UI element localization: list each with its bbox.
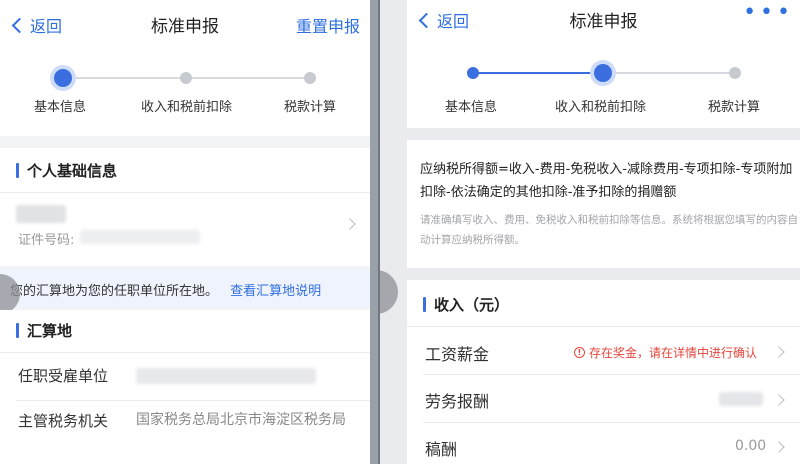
- formula-text: 应纳税所得额=收入-费用-免税收入-减除费用-专项扣除-专项附加扣除-依法确定的…: [420, 162, 793, 200]
- divider: [0, 352, 370, 353]
- right-screen: 返回 标准申报 ••• 基本信息 收入和税前扣除 税款计算 应纳税所得额=收入-…: [380, 0, 800, 464]
- step-track-done: [473, 72, 603, 74]
- section-title-region: 汇算地: [16, 320, 72, 341]
- stepper: 基本信息 收入和税前扣除 税款计算: [0, 50, 370, 136]
- personal-card: 个人基础信息 证件号码:: [0, 148, 370, 266]
- overlay-handle: [380, 270, 398, 314]
- royalty-value: 0.00: [735, 438, 767, 454]
- formula-card: 应纳税所得额=收入-费用-免税收入-减除费用-专项扣除-专项附加扣除-依法确定的…: [407, 140, 800, 268]
- employer-redacted[interactable]: [136, 368, 316, 384]
- divider: [423, 422, 800, 423]
- tax-office-value: 国家税务总局北京市海淀区税务局: [136, 412, 346, 428]
- split-divider: [370, 0, 380, 464]
- step-dot-basic: [54, 69, 72, 87]
- nav-bar: 返回 标准申报 重置申报: [0, 0, 370, 50]
- section-title-text: 个人基础信息: [27, 162, 118, 180]
- chevron-right-icon: [773, 441, 785, 453]
- divider: [16, 400, 370, 401]
- step-dot-income: [594, 64, 612, 82]
- divider: [407, 326, 800, 327]
- income-card: 收入（元） 工资薪金 ! 存在奖金，请在详情中进行确认 劳务报酬 稿酬 0.00: [407, 280, 800, 464]
- hint-text: 请准确填写收入、费用、免税收入和税前扣除等信息。系统将根据您填写的内容自动计算应…: [420, 214, 798, 246]
- section-title-income: 收入（元）: [423, 294, 509, 315]
- section-title-text: 汇算地: [27, 322, 73, 340]
- page-title: 标准申报: [569, 12, 638, 32]
- step-label-tax[interactable]: 税款计算: [708, 96, 760, 115]
- section-bar: [16, 163, 19, 178]
- section-title-text: 收入（元）: [434, 296, 510, 314]
- step-label-income[interactable]: 收入和税前扣除: [555, 96, 646, 115]
- income-label: 稿酬: [425, 440, 458, 459]
- labor-value-redacted: [719, 392, 763, 406]
- step-dot-tax: [304, 72, 316, 84]
- step-track: [609, 72, 737, 74]
- region-card: 汇算地 任职受雇单位 主管税务机关 国家税务总局北京市海淀区税务局: [0, 310, 370, 464]
- nav-bar: 返回 标准申报 •••: [407, 0, 800, 40]
- chevron-right-icon: [773, 346, 785, 358]
- tax-office-label: 主管税务机关: [18, 412, 109, 430]
- left-screen: 返回 标准申报 重置申报 基本信息 收入和税前扣除 税款计算 个人基础信息 证件…: [0, 0, 370, 464]
- warning-text: 存在奖金，请在详情中进行确认: [589, 346, 758, 360]
- step-label-basic[interactable]: 基本信息: [445, 96, 497, 115]
- stepper: 基本信息 收入和税前扣除 税款计算: [407, 40, 800, 128]
- employer-label: 任职受雇单位: [18, 367, 109, 385]
- salary-warning: ! 存在奖金，请在详情中进行确认: [574, 344, 757, 361]
- region-notice-text: 您的汇算地为您的任职单位所在地。: [10, 284, 219, 299]
- step-dot-tax: [729, 67, 741, 79]
- income-label: 工资薪金: [425, 345, 490, 364]
- divider: [423, 374, 800, 375]
- step-dot-income: [180, 72, 192, 84]
- step-label-income[interactable]: 收入和税前扣除: [141, 96, 232, 115]
- section-bar: [423, 297, 426, 312]
- exclamation-circle-icon: !: [574, 347, 585, 358]
- chevron-right-icon: [773, 394, 785, 406]
- step-label-basic[interactable]: 基本信息: [34, 96, 86, 115]
- income-label: 劳务报酬: [425, 392, 490, 411]
- reset-button[interactable]: 重置申报: [296, 13, 360, 37]
- region-notice: 您的汇算地为您的任职单位所在地。 查看汇算地说明: [0, 270, 370, 308]
- id-label: 证件号码:: [18, 233, 75, 248]
- section-bar: [16, 323, 19, 338]
- divider: [0, 192, 370, 193]
- name-redacted: [16, 205, 66, 223]
- step-label-tax[interactable]: 税款计算: [284, 96, 336, 115]
- section-title-personal: 个人基础信息: [16, 160, 117, 181]
- id-redacted: [80, 230, 200, 244]
- region-explain-link[interactable]: 查看汇算地说明: [230, 284, 321, 299]
- chevron-right-icon: [344, 218, 356, 230]
- more-icon[interactable]: •••: [743, 0, 794, 25]
- step-dot-basic: [467, 67, 479, 79]
